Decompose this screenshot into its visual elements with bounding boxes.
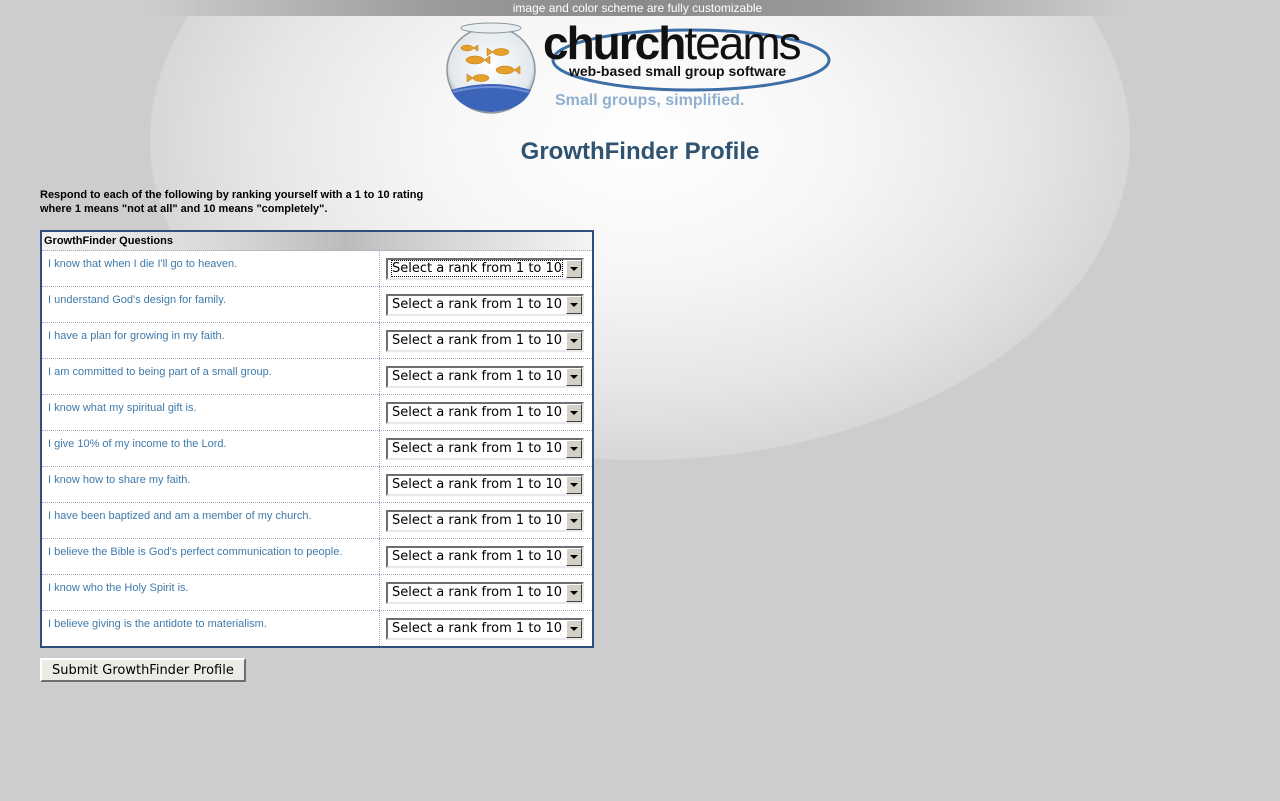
logo-wordmark: churchteams <box>543 16 802 70</box>
dropdown-arrow-icon[interactable] <box>566 584 582 602</box>
question-row: I know what my spiritual gift is. Select … <box>42 395 592 431</box>
logo-subtitle: web-based small group software <box>569 63 787 79</box>
rank-cell: Select a rank from 1 to 10 <box>380 467 592 502</box>
question-text: I believe giving is the antidote to mate… <box>42 611 380 646</box>
page-title: GrowthFinder Profile <box>520 138 760 165</box>
rank-select-value: Select a rank from 1 to 10 <box>392 333 563 348</box>
rank-cell: Select a rank from 1 to 10 <box>380 323 592 358</box>
rank-select-value: Select a rank from 1 to 10 <box>392 621 563 636</box>
question-text: I have a plan for growing in my faith. <box>42 323 380 358</box>
submit-growthfinder-button[interactable]: Submit GrowthFinder Profile <box>40 658 246 682</box>
growthfinder-questions-table: GrowthFinder Questions I know that when … <box>40 230 594 648</box>
rank-select[interactable]: Select a rank from 1 to 10 <box>386 474 584 496</box>
rank-select-value: Select a rank from 1 to 10 <box>392 585 563 600</box>
question-text: I know what my spiritual gift is. <box>42 395 380 430</box>
question-row: I have a plan for growing in my faith. Se… <box>42 323 592 359</box>
table-header: GrowthFinder Questions <box>42 232 592 251</box>
logo-word-teams: teams <box>684 17 801 69</box>
rank-select[interactable]: Select a rank from 1 to 10 <box>386 258 584 280</box>
dropdown-arrow-icon[interactable] <box>566 548 582 566</box>
rank-cell: Select a rank from 1 to 10 <box>380 359 592 394</box>
question-row: I am committed to being part of a small … <box>42 359 592 395</box>
rank-select[interactable]: Select a rank from 1 to 10 <box>386 582 584 604</box>
rank-cell: Select a rank from 1 to 10 <box>380 287 592 322</box>
rank-select[interactable]: Select a rank from 1 to 10 <box>386 366 584 388</box>
dropdown-arrow-icon[interactable] <box>566 404 582 422</box>
fishbowl-icon <box>446 22 536 114</box>
question-text: I know how to share my faith. <box>42 467 380 502</box>
rank-cell: Select a rank from 1 to 10 <box>380 431 592 466</box>
rank-cell: Select a rank from 1 to 10 <box>380 503 592 538</box>
question-text: I am committed to being part of a small … <box>42 359 380 394</box>
churchteams-logo: churchteams web-based small group softwa… <box>445 17 835 116</box>
question-row: I know how to share my faith. Select a ra… <box>42 467 592 503</box>
dropdown-arrow-icon[interactable] <box>566 296 582 314</box>
question-rows: I know that when I die I'll go to heaven… <box>42 251 592 646</box>
question-text: I know that when I die I'll go to heaven… <box>42 251 380 286</box>
question-row: I believe giving is the antidote to mate… <box>42 611 592 646</box>
rank-select-value: Select a rank from 1 to 10 <box>392 369 563 384</box>
rank-select[interactable]: Select a rank from 1 to 10 <box>386 510 584 532</box>
dropdown-arrow-icon[interactable] <box>566 620 582 638</box>
rank-cell: Select a rank from 1 to 10 <box>380 539 592 574</box>
dropdown-arrow-icon[interactable] <box>566 512 582 530</box>
dropdown-arrow-icon[interactable] <box>566 476 582 494</box>
rank-select-value: Select a rank from 1 to 10 <box>392 549 563 564</box>
rank-select-value: Select a rank from 1 to 10 <box>392 297 563 312</box>
question-row: I understand God's design for family. Sel… <box>42 287 592 323</box>
customization-banner: image and color scheme are fully customi… <box>150 0 1125 16</box>
instructions-text: Respond to each of the following by rank… <box>40 189 424 215</box>
question-row: I know who the Holy Spirit is. Select a r… <box>42 575 592 611</box>
dropdown-arrow-icon[interactable] <box>566 332 582 350</box>
question-row: I give 10% of my income to the Lord. Sele… <box>42 431 592 467</box>
rank-cell: Select a rank from 1 to 10 <box>380 575 592 610</box>
rank-select[interactable]: Select a rank from 1 to 10 <box>386 618 584 640</box>
dropdown-arrow-icon[interactable] <box>566 368 582 386</box>
rank-select[interactable]: Select a rank from 1 to 10 <box>386 330 584 352</box>
rank-select-value: Select a rank from 1 to 10 <box>392 477 563 492</box>
question-text: I know who the Holy Spirit is. <box>42 575 380 610</box>
rank-select[interactable]: Select a rank from 1 to 10 <box>386 294 584 316</box>
rank-select[interactable]: Select a rank from 1 to 10 <box>386 438 584 460</box>
question-row: I believe the Bible is God's perfect com… <box>42 539 592 575</box>
question-text: I give 10% of my income to the Lord. <box>42 431 380 466</box>
question-row: I know that when I die I'll go to heaven… <box>42 251 592 287</box>
rank-select-value: Select a rank from 1 to 10 <box>392 405 563 420</box>
rank-select[interactable]: Select a rank from 1 to 10 <box>386 402 584 424</box>
dropdown-arrow-icon[interactable] <box>566 260 582 278</box>
rank-select[interactable]: Select a rank from 1 to 10 <box>386 546 584 568</box>
question-text: I have been baptized and am a member of … <box>42 503 380 538</box>
dropdown-arrow-icon[interactable] <box>566 440 582 458</box>
question-text: I understand God's design for family. <box>42 287 380 322</box>
rank-cell: Select a rank from 1 to 10 <box>380 251 592 286</box>
rank-select-value: Select a rank from 1 to 10 <box>392 441 563 456</box>
logo-word-church: church <box>543 17 686 69</box>
rank-cell: Select a rank from 1 to 10 <box>380 611 592 646</box>
rank-select-value: Select a rank from 1 to 10 <box>390 260 564 277</box>
question-row: I have been baptized and am a member of … <box>42 503 592 539</box>
rank-cell: Select a rank from 1 to 10 <box>380 395 592 430</box>
logo-tagline: Small groups, simplified. <box>555 92 745 109</box>
rank-select-value: Select a rank from 1 to 10 <box>392 513 563 528</box>
question-text: I believe the Bible is God's perfect com… <box>42 539 380 574</box>
